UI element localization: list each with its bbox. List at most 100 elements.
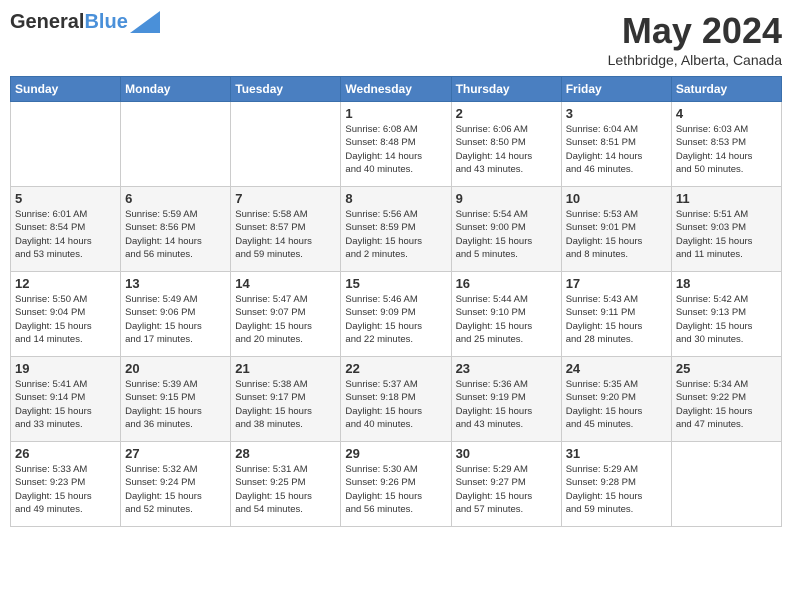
day-info: Sunrise: 5:38 AMSunset: 9:17 PMDaylight:… (235, 378, 336, 431)
day-number: 6 (125, 191, 226, 206)
calendar-day-cell: 1Sunrise: 6:08 AMSunset: 8:48 PMDaylight… (341, 102, 451, 187)
day-info: Sunrise: 5:43 AMSunset: 9:11 PMDaylight:… (566, 293, 667, 346)
day-number: 19 (15, 361, 116, 376)
day-info: Sunrise: 5:39 AMSunset: 9:15 PMDaylight:… (125, 378, 226, 431)
day-number: 29 (345, 446, 446, 461)
calendar-table: SundayMondayTuesdayWednesdayThursdayFrid… (10, 76, 782, 527)
day-of-week-header: Saturday (671, 77, 781, 102)
calendar-day-cell: 9 Sunrise: 5:54 AMSunset: 9:00 PMDaylight… (451, 187, 561, 272)
calendar-day-cell: 2 Sunrise: 6:06 AMSunset: 8:50 PMDaylight… (451, 102, 561, 187)
calendar-day-cell (671, 442, 781, 527)
calendar-week-row: 26Sunrise: 5:33 AMSunset: 9:23 PMDayligh… (11, 442, 782, 527)
calendar-day-cell: 23 Sunrise: 5:36 AMSunset: 9:19 PMDayligh… (451, 357, 561, 442)
calendar-header-row: SundayMondayTuesdayWednesdayThursdayFrid… (11, 77, 782, 102)
day-info: Sunrise: 6:01 AMSunset: 8:54 PMDaylight:… (15, 208, 116, 261)
calendar-day-cell: 6 Sunrise: 5:59 AMSunset: 8:56 PMDaylight… (121, 187, 231, 272)
calendar-week-row: 12 Sunrise: 5:50 AMSunset: 9:04 PMDayligh… (11, 272, 782, 357)
day-info: Sunrise: 5:58 AMSunset: 8:57 PMDaylight:… (235, 208, 336, 261)
day-info: Sunrise: 5:35 AMSunset: 9:20 PMDaylight:… (566, 378, 667, 431)
day-number: 11 (676, 191, 777, 206)
calendar-day-cell: 12 Sunrise: 5:50 AMSunset: 9:04 PMDayligh… (11, 272, 121, 357)
day-info: Sunrise: 5:46 AMSunset: 9:09 PMDaylight:… (345, 293, 446, 346)
day-info: Sunrise: 5:31 AMSunset: 9:25 PMDaylight:… (235, 463, 336, 516)
calendar-day-cell: 29Sunrise: 5:30 AMSunset: 9:26 PMDayligh… (341, 442, 451, 527)
day-info: Sunrise: 5:53 AMSunset: 9:01 PMDaylight:… (566, 208, 667, 261)
day-number: 24 (566, 361, 667, 376)
calendar-week-row: 19 Sunrise: 5:41 AMSunset: 9:14 PMDayligh… (11, 357, 782, 442)
calendar-day-cell: 13 Sunrise: 5:49 AMSunset: 9:06 PMDayligh… (121, 272, 231, 357)
logo-text: GeneralBlue (10, 10, 128, 34)
day-number: 25 (676, 361, 777, 376)
day-number: 18 (676, 276, 777, 291)
day-info: Sunrise: 5:59 AMSunset: 8:56 PMDaylight:… (125, 208, 226, 261)
logo-icon (130, 11, 160, 33)
day-info: Sunrise: 5:36 AMSunset: 9:19 PMDaylight:… (456, 378, 557, 431)
day-info: Sunrise: 5:51 AMSunset: 9:03 PMDaylight:… (676, 208, 777, 261)
day-number: 8 (345, 191, 446, 206)
day-info: Sunrise: 6:03 AMSunset: 8:53 PMDaylight:… (676, 123, 777, 176)
calendar-day-cell (11, 102, 121, 187)
calendar-day-cell: 30 Sunrise: 5:29 AMSunset: 9:27 PMDayligh… (451, 442, 561, 527)
day-number: 21 (235, 361, 336, 376)
calendar-day-cell: 19 Sunrise: 5:41 AMSunset: 9:14 PMDayligh… (11, 357, 121, 442)
calendar-week-row: 5 Sunrise: 6:01 AMSunset: 8:54 PMDaylight… (11, 187, 782, 272)
day-info: Sunrise: 5:50 AMSunset: 9:04 PMDaylight:… (15, 293, 116, 346)
day-number: 14 (235, 276, 336, 291)
calendar-week-row: 1Sunrise: 6:08 AMSunset: 8:48 PMDaylight… (11, 102, 782, 187)
calendar-day-cell: 18 Sunrise: 5:42 AMSunset: 9:13 PMDayligh… (671, 272, 781, 357)
calendar-day-cell: 31 Sunrise: 5:29 AMSunset: 9:28 PMDayligh… (561, 442, 671, 527)
day-number: 7 (235, 191, 336, 206)
location-subtitle: Lethbridge, Alberta, Canada (608, 52, 782, 68)
day-of-week-header: Wednesday (341, 77, 451, 102)
day-number: 3 (566, 106, 667, 121)
calendar-day-cell: 4Sunrise: 6:03 AMSunset: 8:53 PMDaylight… (671, 102, 781, 187)
day-number: 31 (566, 446, 667, 461)
day-info: Sunrise: 6:06 AMSunset: 8:50 PMDaylight:… (456, 123, 557, 176)
logo: GeneralBlue (10, 10, 160, 34)
page-header: GeneralBlue May 2024 Lethbridge, Alberta… (10, 10, 782, 68)
calendar-day-cell: 27 Sunrise: 5:32 AMSunset: 9:24 PMDayligh… (121, 442, 231, 527)
day-number: 13 (125, 276, 226, 291)
calendar-day-cell: 26Sunrise: 5:33 AMSunset: 9:23 PMDayligh… (11, 442, 121, 527)
day-info: Sunrise: 5:29 AMSunset: 9:27 PMDaylight:… (456, 463, 557, 516)
day-number: 28 (235, 446, 336, 461)
calendar-day-cell: 28 Sunrise: 5:31 AMSunset: 9:25 PMDayligh… (231, 442, 341, 527)
day-of-week-header: Tuesday (231, 77, 341, 102)
month-year-title: May 2024 (608, 10, 782, 52)
calendar-day-cell (121, 102, 231, 187)
day-info: Sunrise: 6:04 AMSunset: 8:51 PMDaylight:… (566, 123, 667, 176)
calendar-day-cell: 15Sunrise: 5:46 AMSunset: 9:09 PMDayligh… (341, 272, 451, 357)
day-info: Sunrise: 5:32 AMSunset: 9:24 PMDaylight:… (125, 463, 226, 516)
day-of-week-header: Sunday (11, 77, 121, 102)
calendar-day-cell: 11 Sunrise: 5:51 AMSunset: 9:03 PMDayligh… (671, 187, 781, 272)
day-info: Sunrise: 5:54 AMSunset: 9:00 PMDaylight:… (456, 208, 557, 261)
day-info: Sunrise: 5:37 AMSunset: 9:18 PMDaylight:… (345, 378, 446, 431)
day-info: Sunrise: 5:56 AMSunset: 8:59 PMDaylight:… (345, 208, 446, 261)
day-info: Sunrise: 5:42 AMSunset: 9:13 PMDaylight:… (676, 293, 777, 346)
day-number: 5 (15, 191, 116, 206)
day-number: 23 (456, 361, 557, 376)
day-info: Sunrise: 5:49 AMSunset: 9:06 PMDaylight:… (125, 293, 226, 346)
calendar-day-cell: 17 Sunrise: 5:43 AMSunset: 9:11 PMDayligh… (561, 272, 671, 357)
calendar-day-cell: 14 Sunrise: 5:47 AMSunset: 9:07 PMDayligh… (231, 272, 341, 357)
day-number: 17 (566, 276, 667, 291)
day-info: Sunrise: 6:08 AMSunset: 8:48 PMDaylight:… (345, 123, 446, 176)
day-info: Sunrise: 5:33 AMSunset: 9:23 PMDaylight:… (15, 463, 116, 516)
day-info: Sunrise: 5:29 AMSunset: 9:28 PMDaylight:… (566, 463, 667, 516)
day-number: 20 (125, 361, 226, 376)
calendar-day-cell: 7 Sunrise: 5:58 AMSunset: 8:57 PMDaylight… (231, 187, 341, 272)
day-number: 22 (345, 361, 446, 376)
calendar-day-cell: 3 Sunrise: 6:04 AMSunset: 8:51 PMDaylight… (561, 102, 671, 187)
calendar-day-cell: 16Sunrise: 5:44 AMSunset: 9:10 PMDayligh… (451, 272, 561, 357)
calendar-day-cell: 25Sunrise: 5:34 AMSunset: 9:22 PMDayligh… (671, 357, 781, 442)
day-number: 30 (456, 446, 557, 461)
day-of-week-header: Monday (121, 77, 231, 102)
day-number: 27 (125, 446, 226, 461)
day-info: Sunrise: 5:47 AMSunset: 9:07 PMDaylight:… (235, 293, 336, 346)
day-number: 9 (456, 191, 557, 206)
calendar-day-cell: 22 Sunrise: 5:37 AMSunset: 9:18 PMDayligh… (341, 357, 451, 442)
day-info: Sunrise: 5:41 AMSunset: 9:14 PMDaylight:… (15, 378, 116, 431)
day-number: 16 (456, 276, 557, 291)
day-number: 12 (15, 276, 116, 291)
day-number: 2 (456, 106, 557, 121)
